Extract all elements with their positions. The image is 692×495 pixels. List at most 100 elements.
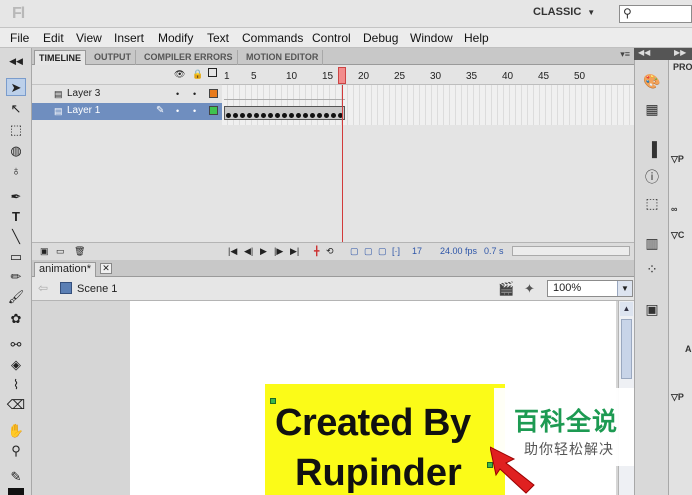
prev-frame-icon[interactable]: ◀| [244, 246, 253, 257]
play-icon[interactable]: ▶ [260, 246, 267, 257]
menu-commands[interactable]: Commands [242, 31, 303, 45]
collapse-icon[interactable]: ◀◀ [638, 48, 650, 57]
edit-symbols-icon[interactable]: ✦ [524, 281, 535, 297]
lock-dot[interactable]: • [193, 103, 196, 119]
library-icon[interactable]: ▥ [642, 234, 662, 252]
frame-rate-value[interactable]: 24.00 fps [440, 246, 477, 256]
deco-tool-icon[interactable]: ✿ [6, 310, 26, 328]
scroll-up-icon[interactable]: ▲ [620, 302, 633, 316]
menu-window[interactable]: Window [410, 31, 453, 45]
align-icon[interactable]: ▐ [642, 140, 662, 158]
scene-label[interactable]: Scene 1 [77, 283, 117, 295]
section-toggle[interactable]: ▽C [671, 230, 684, 241]
pencil-tool-icon[interactable]: ✏ [6, 268, 26, 286]
lock-dot[interactable]: • [193, 86, 196, 102]
tab-motion-editor[interactable]: MOTION EDITOR [242, 50, 324, 65]
layer3-frames[interactable] [224, 90, 345, 100]
tab-output[interactable]: OUTPUT [90, 50, 136, 65]
watermark-title: 百科全说 [514, 408, 619, 436]
layer-outline-swatch[interactable] [209, 106, 218, 115]
transform-handle[interactable] [270, 398, 276, 404]
transform-icon[interactable]: ⬚ [642, 194, 662, 212]
selection-tool-icon[interactable]: ➤ [6, 78, 26, 96]
delete-layer-icon[interactable]: 🗑 [74, 246, 85, 257]
onion-skin-icon[interactable]: ▢ [350, 246, 359, 257]
text-tool-icon[interactable]: T [6, 208, 26, 226]
elapsed-time-value[interactable]: 0.7 s [484, 246, 504, 256]
playhead[interactable] [338, 67, 346, 84]
new-folder-icon[interactable]: ▭ [56, 246, 65, 257]
help-search-input[interactable]: ⚲ [619, 5, 692, 23]
zoom-tool-icon[interactable]: ⚲ [6, 442, 26, 460]
pen-tool-icon[interactable]: ✒ [6, 188, 26, 206]
stage-text-object[interactable]: Created By Rupinder [265, 384, 505, 495]
menu-debug[interactable]: Debug [363, 31, 398, 45]
layer-row-selected[interactable]: ▤ Layer 1 ✎ • • [32, 103, 222, 120]
layer-outline-swatch[interactable] [209, 89, 218, 98]
menu-modify[interactable]: Modify [158, 31, 193, 45]
edit-multiple-icon[interactable]: ▢ [378, 246, 387, 257]
stroke-color-swatch[interactable] [8, 488, 24, 495]
layer-row[interactable]: ▤ Layer 3 • • [32, 86, 222, 103]
collapse-icon[interactable]: ▶▶ [674, 48, 686, 57]
section-toggle[interactable]: ▽P [671, 392, 684, 403]
center-frame-icon[interactable]: ╋ [314, 246, 319, 257]
frame-ruler[interactable]: 1 5 10 15 20 25 30 35 40 45 50 [222, 65, 634, 85]
tab-timeline[interactable]: TIMELINE [34, 50, 86, 65]
document-tab-bar: animation* ✕ [32, 260, 634, 277]
tab-compiler-errors[interactable]: COMPILER ERRORS [140, 50, 238, 65]
subselection-tool-icon[interactable]: ↖ [6, 100, 26, 118]
current-frame-value[interactable]: 17 [412, 246, 422, 256]
menu-control[interactable]: Control [312, 31, 351, 45]
document-tab[interactable]: animation* [34, 262, 96, 277]
back-arrow-icon[interactable]: ⇦ [38, 281, 48, 295]
timeline-hscroll[interactable] [512, 246, 630, 256]
menu-view[interactable]: View [76, 31, 102, 45]
color-palette-icon[interactable]: 🎨 [642, 72, 662, 90]
visible-dot[interactable]: • [176, 103, 179, 119]
menu-insert[interactable]: Insert [114, 31, 144, 45]
visible-dot[interactable]: • [176, 86, 179, 102]
first-frame-icon[interactable]: |◀ [228, 246, 237, 257]
paint-bucket-tool-icon[interactable]: ◈ [6, 356, 26, 374]
components-icon[interactable]: ⁘ [642, 260, 662, 278]
properties-tab[interactable]: PRO [673, 62, 692, 72]
edit-scene-icon[interactable]: 🎬 [498, 281, 514, 297]
stroke-color-icon[interactable]: ✎ [6, 468, 26, 486]
free-transform-tool-icon[interactable]: ⬚ [6, 121, 26, 139]
lasso-tool-icon[interactable]: ♁ [6, 162, 26, 180]
scroll-thumb[interactable] [621, 319, 632, 379]
menu-help[interactable]: Help [464, 31, 489, 45]
zoom-select[interactable]: 100% ▼ [547, 280, 633, 297]
lock-icon[interactable]: 🔒 [192, 69, 203, 80]
workspace-switcher[interactable]: CLASSIC ▼ [533, 6, 595, 18]
3d-rotation-tool-icon[interactable]: ◍ [6, 142, 26, 160]
collapse-tools-icon[interactable]: ◀◀ [6, 52, 26, 70]
menu-file[interactable]: File [10, 31, 29, 45]
last-frame-icon[interactable]: ▶| [290, 246, 299, 257]
next-frame-icon[interactable]: |▶ [274, 246, 283, 257]
hand-tool-icon[interactable]: ✋ [6, 422, 26, 440]
close-icon[interactable]: ✕ [100, 263, 112, 274]
link-icon[interactable]: ∞ [671, 204, 677, 214]
eraser-tool-icon[interactable]: ⌫ [6, 396, 26, 414]
section-toggle[interactable]: ▽P [671, 154, 684, 165]
new-layer-icon[interactable]: ▣ [40, 246, 49, 257]
info-icon[interactable]: ⓘ [642, 168, 662, 186]
line-tool-icon[interactable]: ╲ [6, 228, 26, 246]
motion-presets-icon[interactable]: ▣ [642, 300, 662, 318]
menu-text[interactable]: Text [207, 31, 229, 45]
panel-menu-icon[interactable]: ▾≡ [620, 49, 630, 60]
swatches-grid-icon[interactable]: ▦ [642, 100, 662, 118]
layer1-keyframes[interactable] [224, 106, 345, 120]
rectangle-tool-icon[interactable]: ▭ [6, 248, 26, 266]
loop-icon[interactable]: ⟲ [326, 246, 334, 257]
eye-icon[interactable]: 👁 [174, 69, 185, 80]
bone-tool-icon[interactable]: ⚯ [6, 336, 26, 354]
onion-markers-icon[interactable]: [·] [392, 246, 400, 256]
onion-outline-icon[interactable]: ▢ [364, 246, 373, 257]
eyedropper-tool-icon[interactable]: ⌇ [6, 376, 26, 394]
menu-edit[interactable]: Edit [43, 31, 64, 45]
brush-tool-icon[interactable]: 🖌 [6, 288, 26, 306]
outline-icon[interactable] [208, 68, 217, 77]
